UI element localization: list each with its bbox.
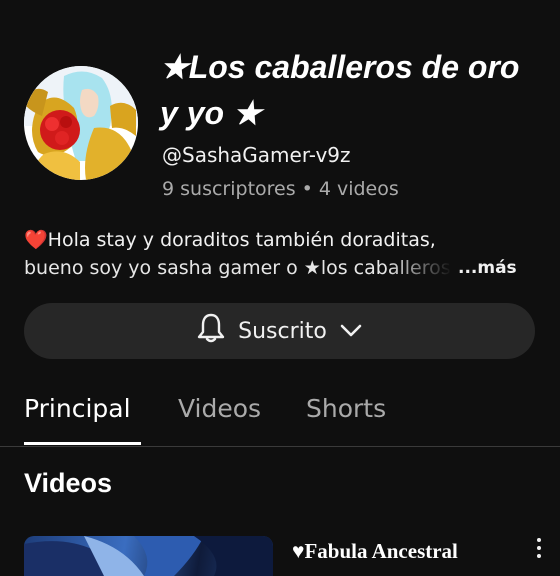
chevron-down-icon (339, 319, 363, 344)
channel-description[interactable]: ❤️Hola stay y doraditos también doradita… (24, 226, 534, 282)
subscribed-label: Suscrito (238, 318, 327, 344)
subscriber-count: 9 suscriptores (162, 178, 296, 200)
stats-separator: • (301, 178, 313, 200)
channel-avatar[interactable] (24, 66, 138, 180)
tab-principal[interactable]: Principal (24, 394, 131, 423)
video-thumbnail[interactable] (24, 536, 273, 576)
bell-icon (196, 312, 226, 350)
channel-title: ★Los caballeros de oro y yo ★ (160, 49, 520, 131)
channel-stats: 9 suscriptores • 4 videos (162, 178, 399, 200)
tab-videos[interactable]: Videos (178, 394, 261, 423)
description-line-2-row: bueno soy yo sasha gamer o ★los caballer… (24, 254, 534, 282)
video-count: 4 videos (318, 178, 399, 200)
subscribed-button[interactable]: Suscrito (24, 303, 535, 359)
channel-tabs: Principal Videos Shorts (0, 388, 560, 447)
active-tab-indicator (24, 442, 141, 445)
description-line-1: ❤️Hola stay y doraditos también doradita… (24, 229, 436, 251)
channel-handle: @SashaGamer-v9z (162, 143, 351, 167)
video-title[interactable]: ♥Fabula Ancestral (292, 539, 458, 564)
description-line-2: bueno soy yo sasha gamer o ★los caballer… (24, 257, 451, 279)
tab-shorts[interactable]: Shorts (306, 394, 386, 423)
more-options-icon[interactable] (532, 538, 546, 560)
more-link[interactable]: ...más (458, 254, 517, 282)
section-title: Videos (24, 468, 113, 498)
